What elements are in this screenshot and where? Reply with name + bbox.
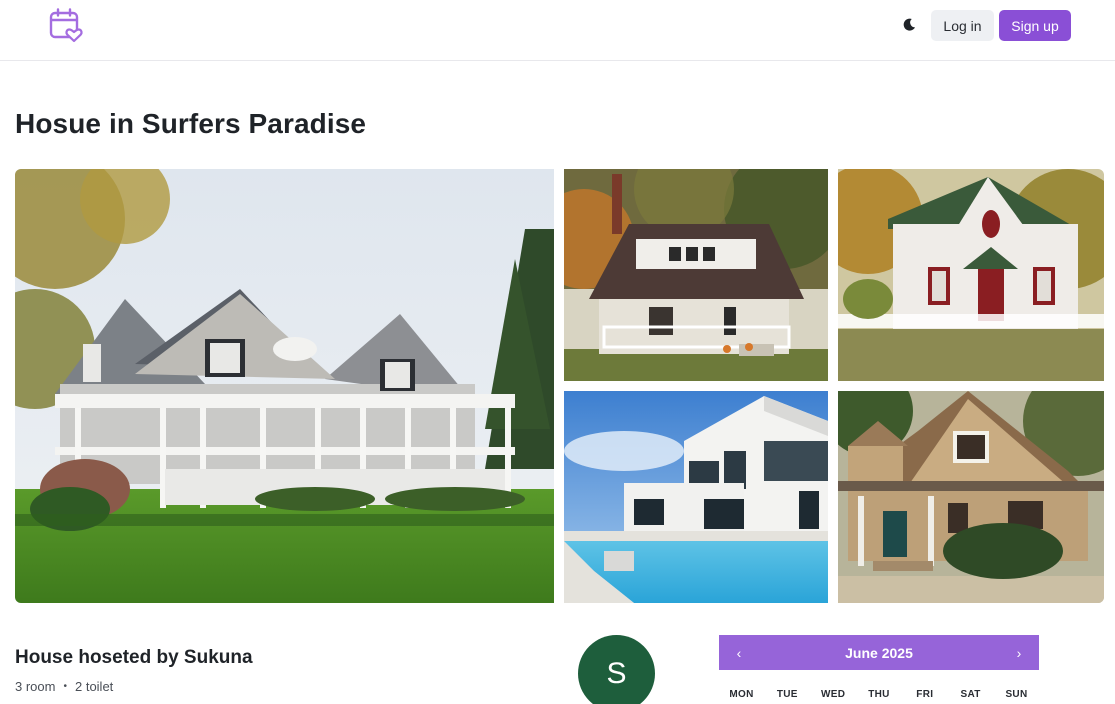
chevron-right-icon[interactable]: › [1013,645,1025,661]
login-button[interactable]: Log in [931,10,994,41]
weekday-label: MON [729,689,754,700]
white-cottage-photo[interactable] [838,169,1104,381]
calendar-heart-icon[interactable] [48,7,84,43]
meta-separator: • [63,681,67,692]
signup-button[interactable]: Sign up [999,10,1071,41]
room-count: 3 room [15,679,56,694]
toilet-count: 2 toilet [74,679,114,694]
weekday-label: WED [821,689,846,700]
calendar-month-label: June 2025 [845,644,913,661]
weekday-label: FRI [916,689,934,700]
host-title: House hoseted by Sukuna [15,647,253,668]
calendar: ‹ June 2025 › MON TUE WED THU FRI SAT SU… [719,635,1039,700]
moon-icon[interactable] [898,14,920,36]
navbar: Log in Sign up [0,0,1115,61]
calendar-weekdays: MON TUE WED THU FRI SAT SUN [719,689,1039,700]
brown-roof-house-photo[interactable] [564,169,828,381]
weekday-label: THU [868,689,890,700]
main-house-photo[interactable] [15,169,554,603]
calendar-header: ‹ June 2025 › [719,635,1039,670]
chevron-left-icon[interactable]: ‹ [733,645,745,661]
craftsman-house-photo[interactable] [838,391,1104,603]
weekday-label: SUN [1005,689,1028,700]
weekday-label: SAT [960,689,981,700]
modern-pool-house-photo[interactable] [564,391,828,603]
host-avatar[interactable]: S [578,635,655,704]
listing-title: Hosue in Surfers Paradise [15,108,367,139]
listing-meta: 3 room • 2 toilet [15,679,113,694]
weekday-label: TUE [776,689,798,700]
